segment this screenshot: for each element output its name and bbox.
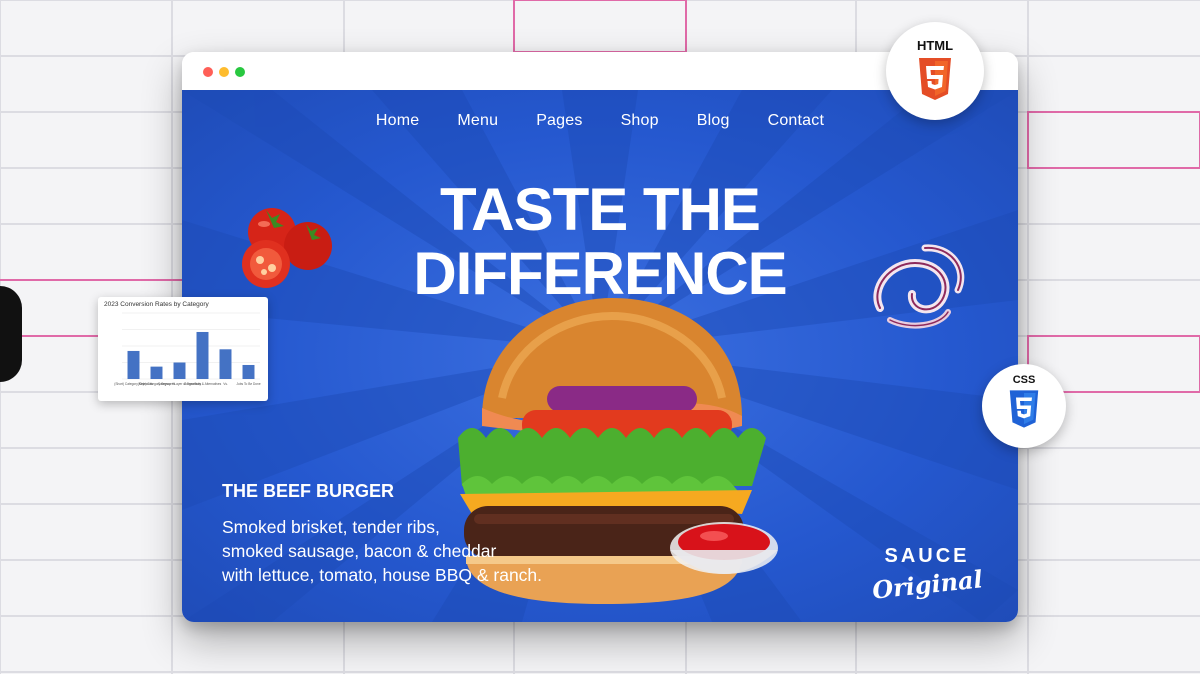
maximize-window-button[interactable]	[235, 67, 245, 77]
chart-title: 2023 Conversion Rates by Category	[104, 301, 209, 308]
chart-category-label: Comparison & Alternatives	[184, 382, 222, 386]
css3-badge: CSS	[982, 364, 1066, 448]
css3-icon	[1009, 390, 1039, 428]
close-window-button[interactable]	[203, 67, 213, 77]
product-description-line: smoked sausage, bacon & cheddar	[222, 541, 497, 561]
nav-item-contact[interactable]: Contact	[768, 112, 825, 130]
decorative-shape	[0, 286, 22, 382]
chart-bar	[242, 364, 255, 379]
hero-section: Home Menu Pages Shop Blog Contact TASTE …	[182, 90, 1018, 622]
css-badge-label: CSS	[1012, 374, 1036, 386]
chart-bar	[196, 331, 209, 379]
nav-item-blog[interactable]: Blog	[697, 112, 730, 130]
sauce-logo-line1: SAUCE	[884, 545, 970, 567]
chart-category-label: Jobs To Be Done	[236, 382, 260, 386]
main-nav: Home Menu Pages Shop Blog Contact	[182, 112, 1018, 130]
nav-item-home[interactable]: Home	[376, 112, 419, 130]
conversion-chart-card: 2023 Conversion Rates by Category (Short…	[98, 297, 268, 401]
bar-chart: (Short) Category Keywords(Side) Category…	[114, 312, 261, 386]
nav-item-menu[interactable]: Menu	[457, 112, 498, 130]
nav-item-shop[interactable]: Shop	[621, 112, 659, 130]
product-description-line: Smoked brisket, tender ribs,	[222, 517, 440, 537]
chart-bar	[150, 366, 163, 379]
chart-bar	[173, 362, 186, 379]
sauce-original-logo: SAUCE Original	[871, 545, 984, 605]
browser-window: Home Menu Pages Shop Blog Contact TASTE …	[182, 52, 1018, 622]
html5-badge: HTML	[886, 22, 984, 120]
onion-ring-image	[873, 244, 965, 329]
product-description-line: with lettuce, tomato, house BBQ & ranch.	[222, 565, 543, 585]
chart-category-label: Vs.	[223, 382, 228, 386]
sauce-logo-line2: Original	[870, 564, 984, 605]
html5-icon	[919, 58, 951, 100]
product-description: Smoked brisket, tender ribs, smoked saus…	[222, 515, 542, 587]
tomato-image	[242, 208, 332, 288]
minimize-window-button[interactable]	[219, 67, 229, 77]
chart-bar	[219, 349, 232, 379]
chart-bar	[127, 350, 140, 379]
product-title: THE BEEF BURGER	[222, 481, 395, 501]
nav-item-pages[interactable]: Pages	[536, 112, 582, 130]
html-badge-label: HTML	[916, 38, 954, 53]
